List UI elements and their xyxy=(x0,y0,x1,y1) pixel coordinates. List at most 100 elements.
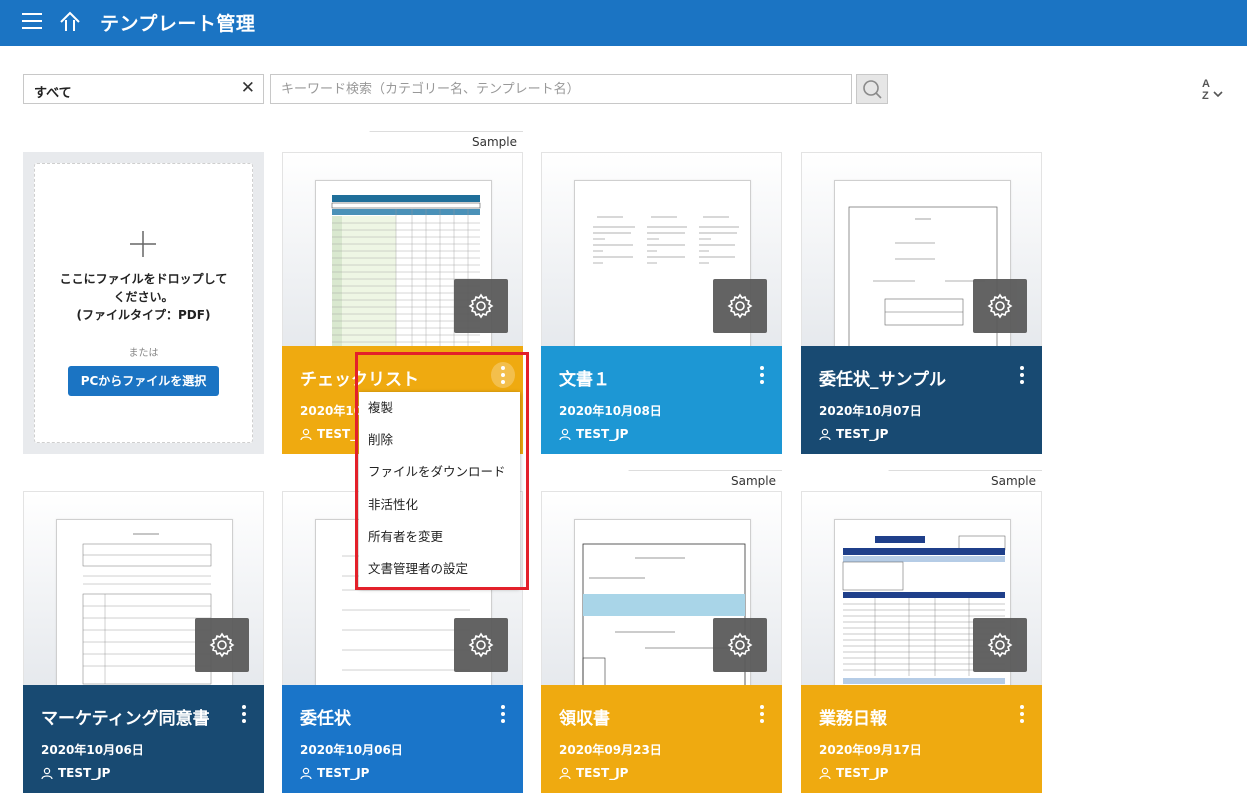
card-owner-name: TEST_JP xyxy=(576,427,629,441)
drop-instruction-line1: ここにファイルをドロップして xyxy=(59,272,228,286)
card-date: 2020年10月07日 xyxy=(819,404,922,418)
search-input[interactable] xyxy=(270,74,852,104)
sort-icon: A Z xyxy=(1202,78,1223,102)
settings-button[interactable] xyxy=(973,279,1027,333)
settings-button[interactable] xyxy=(195,618,249,672)
menu-icon[interactable] xyxy=(22,13,42,31)
more-vertical-icon xyxy=(1020,705,1024,723)
card-owner: TEST_JP xyxy=(559,766,628,780)
card-title: 委任状 xyxy=(300,709,351,729)
more-options-button[interactable] xyxy=(1010,701,1034,727)
card-date: 2020年10 xyxy=(300,404,363,418)
card-owner: TEST_JP xyxy=(300,766,369,780)
card-title: 文書１ xyxy=(559,370,610,390)
template-preview xyxy=(541,152,782,346)
card-owner-name: TEST_JP xyxy=(836,766,889,780)
more-options-button[interactable] xyxy=(232,701,256,727)
sample-label: Sample xyxy=(731,474,776,488)
settings-button[interactable] xyxy=(454,279,508,333)
template-card[interactable]: 業務日報 2020年09月17日 TEST_JP xyxy=(801,491,1042,793)
card-owner: TEST_JP xyxy=(41,766,110,780)
card-title: 業務日報 xyxy=(819,709,887,729)
gear-icon xyxy=(727,293,753,319)
category-filter-select[interactable]: すべて ✕ xyxy=(23,74,264,104)
card-title: 領収書 xyxy=(559,709,610,729)
user-icon xyxy=(559,767,571,779)
card-date: 2020年10月06日 xyxy=(41,743,144,757)
user-icon xyxy=(300,767,312,779)
card-owner: TEST_JP xyxy=(819,427,888,441)
settings-button[interactable] xyxy=(713,279,767,333)
settings-button[interactable] xyxy=(713,618,767,672)
card-footer: 委任状_サンプル 2020年10月07日 TEST_JP xyxy=(801,346,1042,454)
more-options-button[interactable] xyxy=(750,362,774,388)
select-file-button[interactable]: PCからファイルを選択 xyxy=(68,366,219,396)
more-vertical-icon xyxy=(760,705,764,723)
more-options-button[interactable] xyxy=(491,701,515,727)
search-icon xyxy=(863,80,882,99)
page-title: テンプレート管理 xyxy=(100,13,256,35)
user-icon xyxy=(559,428,571,440)
app-header: テンプレート管理 xyxy=(0,0,1247,46)
search-button[interactable] xyxy=(856,74,888,104)
card-owner: TEST_ xyxy=(300,427,356,441)
more-vertical-icon xyxy=(242,705,246,723)
template-card[interactable]: 委任状_サンプル 2020年10月07日 TEST_JP xyxy=(801,152,1042,454)
settings-button[interactable] xyxy=(454,618,508,672)
card-owner-name: TEST_JP xyxy=(317,766,370,780)
user-icon xyxy=(819,767,831,779)
card-title: 委任状_サンプル xyxy=(819,370,946,390)
gear-icon xyxy=(209,632,235,658)
card-date: 2020年10月08日 xyxy=(559,404,662,418)
template-card[interactable]: 文書１ 2020年10月08日 TEST_JP xyxy=(541,152,782,454)
template-preview xyxy=(541,491,782,685)
template-card[interactable]: 領収書 2020年09月23日 TEST_JP xyxy=(541,491,782,793)
card-title: マーケティング同意書 xyxy=(41,709,210,729)
more-options-button[interactable] xyxy=(750,701,774,727)
file-type-note: (ファイルタイプ：PDF) xyxy=(76,308,211,322)
gear-icon xyxy=(987,293,1013,319)
plus-icon xyxy=(130,231,156,257)
template-preview xyxy=(801,152,1042,346)
sample-label: Sample xyxy=(991,474,1036,488)
user-icon xyxy=(819,428,831,440)
drop-instruction-line2: ください。 xyxy=(113,290,174,304)
file-drop-zone[interactable]: ここにファイルをドロップして ください。 (ファイルタイプ：PDF) または P… xyxy=(34,163,253,443)
sample-tab: Sample xyxy=(350,131,523,153)
template-preview xyxy=(282,152,523,346)
card-footer: 業務日報 2020年09月17日 TEST_JP xyxy=(801,685,1042,793)
card-footer: 領収書 2020年09月23日 TEST_JP xyxy=(541,685,782,793)
clear-filter-icon[interactable]: ✕ xyxy=(241,78,255,98)
gear-icon xyxy=(468,632,494,658)
user-icon xyxy=(300,428,312,440)
sample-tab: Sample xyxy=(869,470,1042,492)
more-vertical-icon xyxy=(1020,366,1024,384)
or-text: または xyxy=(128,348,159,359)
more-options-button[interactable] xyxy=(1010,362,1034,388)
more-vertical-icon xyxy=(501,705,505,723)
upload-card: ここにファイルをドロップして ください。 (ファイルタイプ：PDF) または P… xyxy=(23,152,264,454)
sample-label: Sample xyxy=(472,135,517,149)
gear-icon xyxy=(468,293,494,319)
card-owner: TEST_JP xyxy=(819,766,888,780)
card-owner-name: TEST_JP xyxy=(576,766,629,780)
sort-label-top: A xyxy=(1202,78,1210,90)
sort-label-bottom: Z xyxy=(1202,90,1209,102)
template-preview xyxy=(801,491,1042,685)
template-card[interactable]: マーケティング同意書 2020年10月06日 TEST_JP xyxy=(23,491,264,793)
template-preview xyxy=(23,491,264,685)
more-vertical-icon xyxy=(760,366,764,384)
settings-button[interactable] xyxy=(973,618,1027,672)
highlight-frame xyxy=(355,352,529,590)
sample-tab: Sample xyxy=(609,470,782,492)
card-owner-name: TEST_JP xyxy=(836,427,889,441)
user-icon xyxy=(41,767,53,779)
home-icon[interactable] xyxy=(58,10,82,34)
gear-icon xyxy=(727,632,753,658)
card-footer: 委任状 2020年10月06日 TEST_JP xyxy=(282,685,523,793)
card-date: 2020年09月17日 xyxy=(819,743,922,757)
card-date: 2020年09月23日 xyxy=(559,743,662,757)
card-owner-name: TEST_JP xyxy=(58,766,111,780)
card-owner: TEST_JP xyxy=(559,427,628,441)
sort-button[interactable]: A Z xyxy=(1199,76,1227,102)
